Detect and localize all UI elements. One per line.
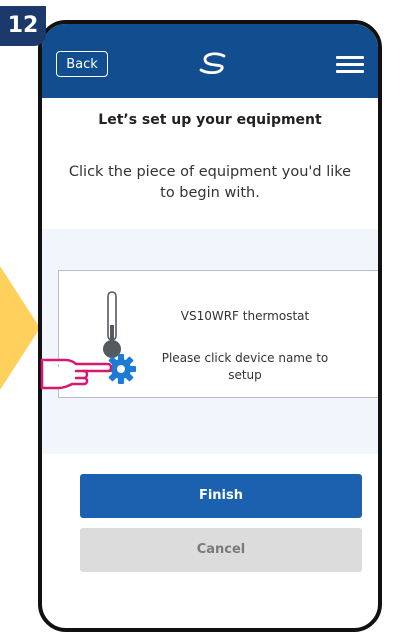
brand-s-logo-icon [199,52,226,75]
back-button[interactable]: Back [56,51,108,77]
device-setup-hint: Please click device name to setup [161,351,329,382]
top-navigation-bar: Back [42,24,378,98]
pointing-hand-icon [40,358,113,390]
finish-button[interactable]: Finish [80,474,362,518]
hamburger-menu-icon[interactable] [336,56,364,73]
instruction-text: Click the piece of equipment you'd like … [68,164,352,201]
phone-frame: Back Let’s set up your equipment Click t… [38,20,382,632]
yellow-arrow-decoration [0,266,40,390]
device-name-link[interactable]: VS10WRF thermostat [145,309,345,323]
equipment-panel: VS10WRF thermostat Please click device n… [42,229,378,454]
cancel-button[interactable]: Cancel [80,528,362,572]
step-number-badge: 12 [0,6,46,46]
page-title: Let’s set up your equipment [98,112,322,128]
